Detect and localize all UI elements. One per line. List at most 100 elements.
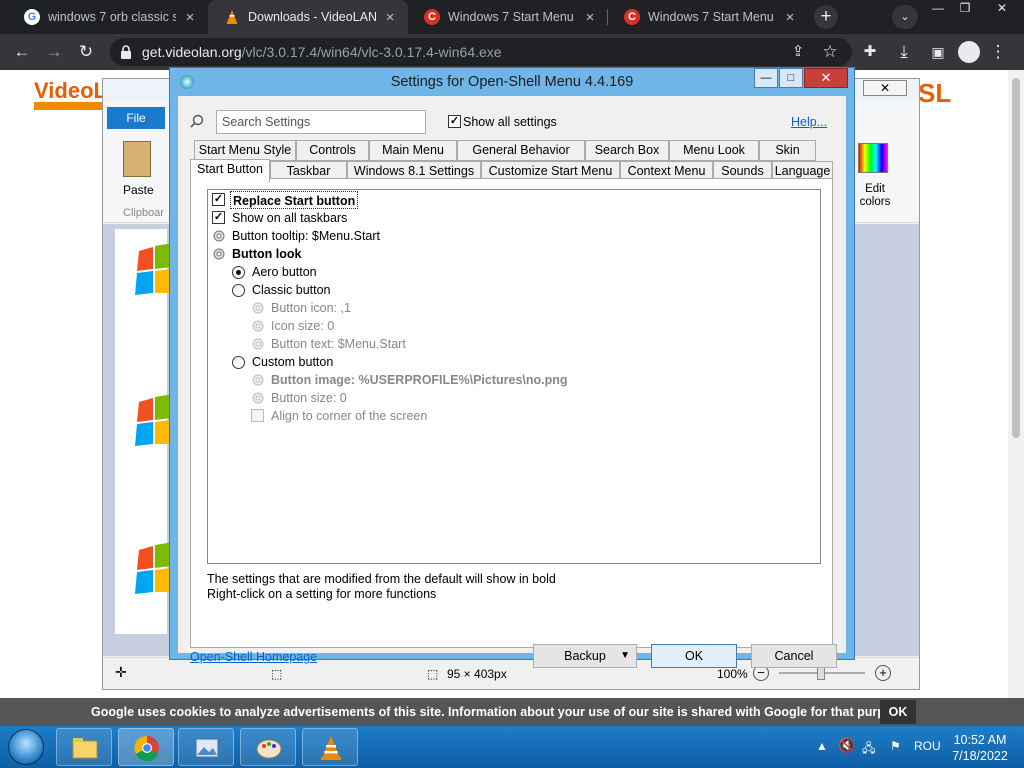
bookmark-star-icon[interactable]: ☆ (818, 40, 842, 64)
paint-file-tab[interactable]: File (107, 107, 165, 129)
close-tab-icon[interactable]: × (782, 9, 798, 26)
tab-start-button[interactable]: Start Button (190, 159, 270, 182)
taskbar-chrome[interactable] (118, 728, 174, 766)
ok-button[interactable]: OK (651, 644, 737, 668)
setting-label: Aero button (252, 265, 317, 279)
language-indicator[interactable]: ROU (914, 739, 941, 753)
dialog-close-button[interactable]: ✕ (804, 68, 848, 88)
setting-label: Replace Start button (230, 191, 359, 209)
tab-row-2-selected: Start Button (190, 159, 270, 182)
page-scrollbar[interactable] (1008, 70, 1024, 698)
taskbar-paint[interactable] (240, 728, 296, 766)
open-shell-homepage-link[interactable]: Open-Shell Homepage (190, 650, 317, 664)
volume-muted-icon[interactable]: 🔇 (838, 737, 855, 754)
c-site-icon: C (424, 9, 440, 25)
browser-tab-start-menu-2[interactable]: C Windows 7 Start Menu O × (608, 0, 808, 34)
tab-search-button[interactable]: ⌄ (892, 5, 918, 29)
taskbar-photo-viewer[interactable] (178, 728, 234, 766)
dropdown-arrow-icon: ▼ (620, 650, 630, 661)
edit-colors-icon[interactable] (858, 143, 888, 173)
aero-button-radio[interactable] (232, 266, 245, 279)
profile-avatar[interactable] (958, 41, 980, 63)
browser-menu-icon[interactable]: ⋮ (986, 40, 1010, 64)
close-tab-icon[interactable]: × (182, 9, 198, 26)
reload-button[interactable]: ↻ (74, 40, 98, 64)
c-site-icon: C (624, 9, 640, 25)
search-settings-input[interactable]: Search Settings (216, 110, 426, 134)
cookie-banner: Google uses cookies to analyze advertise… (0, 698, 1024, 726)
videolan-logo-bar (34, 102, 104, 110)
setting-label: Show on all taskbars (232, 211, 348, 225)
restore-window-button[interactable]: ❐ (952, 0, 978, 18)
gear-icon (252, 320, 264, 332)
paste-icon[interactable] (123, 141, 151, 177)
browser-tab-videolan[interactable]: Downloads - VideoLAN × (208, 0, 408, 34)
chrome-icon (134, 735, 159, 762)
forward-button[interactable]: → (42, 40, 66, 64)
dialog-maximize-button[interactable]: □ (779, 68, 803, 88)
classic-button-radio[interactable] (232, 284, 245, 297)
share-icon[interactable]: ⇪ (786, 40, 810, 64)
side-panel-icon[interactable]: ▣ (926, 40, 950, 64)
start-orb-button[interactable] (8, 729, 44, 765)
help-link[interactable]: Help... (791, 115, 827, 129)
new-tab-button[interactable]: + (814, 5, 838, 29)
extensions-icon[interactable]: ✚ (858, 40, 882, 64)
tab-search-box[interactable]: Search Box (585, 140, 669, 161)
cancel-button[interactable]: Cancel (751, 644, 837, 668)
browser-tab-google[interactable]: G windows 7 orb classic sh × (8, 0, 208, 34)
show-all-settings-label[interactable]: Show all settings (463, 115, 557, 129)
browser-tab-start-menu-1[interactable]: C Windows 7 Start Menu O × (408, 0, 608, 34)
system-clock[interactable]: 10:52 AM 7/18/2022 (950, 732, 1010, 764)
custom-button-radio[interactable] (232, 356, 245, 369)
right-click-note: Right-click on a setting for more functi… (207, 587, 437, 601)
back-button[interactable]: ← (10, 40, 34, 64)
zoom-in-button[interactable]: + (875, 665, 891, 681)
close-tab-icon[interactable]: × (582, 9, 598, 26)
taskbar-explorer[interactable] (56, 728, 112, 766)
replace-start-button-checkbox[interactable]: ✓ (212, 193, 225, 206)
gear-icon (252, 374, 264, 386)
paste-label[interactable]: Paste (123, 183, 154, 197)
close-window-button[interactable]: ✕ (984, 0, 1020, 18)
url-text: get.videolan.org/vlc/3.0.17.4/win64/vlc-… (142, 44, 502, 60)
taskbar-vlc[interactable] (302, 728, 358, 766)
settings-panel: ✓ Replace Start button ✓ Show on all tas… (190, 178, 833, 648)
backup-button[interactable]: Backup ▼ (533, 644, 637, 668)
tab-title: Downloads - VideoLAN (248, 10, 376, 24)
scrollbar-thumb[interactable] (1012, 78, 1020, 438)
network-icon[interactable]: 🖧 (862, 739, 875, 760)
search-icon (190, 114, 204, 128)
dialog-title: Settings for Open-Shell Menu 4.4.169 (390, 74, 634, 90)
flag-icon[interactable]: ⚑ (890, 739, 901, 753)
clock-date: 7/18/2022 (952, 749, 1008, 763)
show-on-all-taskbars-checkbox[interactable]: ✓ (212, 211, 225, 224)
close-tab-icon[interactable]: × (382, 9, 398, 26)
tab-skin[interactable]: Skin (759, 140, 816, 161)
paint-canvas[interactable] (115, 229, 173, 634)
paint-palette-icon (256, 739, 282, 759)
lock-icon[interactable] (120, 44, 132, 60)
dialog-minimize-button[interactable]: — (754, 68, 778, 88)
videolan-logo[interactable]: VideoL (34, 78, 107, 104)
setting-label: Button tooltip: $Menu.Start (232, 229, 381, 243)
tab-controls[interactable]: Controls (296, 140, 369, 161)
browser-tab-strip: G windows 7 orb classic sh × Downloads -… (0, 0, 1024, 34)
show-hidden-icons-icon[interactable]: ▲ (816, 739, 828, 753)
browser-toolbar: ← → ↻ get.videolan.org/vlc/3.0.17.4/win6… (0, 34, 1024, 70)
tab-general-behavior[interactable]: General Behavior (457, 140, 585, 161)
gear-icon (213, 248, 225, 260)
show-all-settings-checkbox[interactable]: ✓ (448, 115, 461, 128)
paint-close-button[interactable]: ✕ (863, 80, 907, 96)
cookie-ok-button[interactable]: OK (880, 700, 916, 724)
download-icon[interactable]: ⤓ (892, 40, 916, 64)
address-bar[interactable]: get.videolan.org/vlc/3.0.17.4/win64/vlc-… (110, 38, 852, 66)
minimize-window-button[interactable]: — (925, 0, 951, 18)
tab-start-menu-style[interactable]: Start Menu Style (194, 140, 296, 161)
canvas-size-text: 95 × 403px (447, 667, 507, 681)
gear-icon (252, 338, 264, 350)
edit-colors-label[interactable]: Edit colors (855, 183, 895, 209)
tab-menu-look[interactable]: Menu Look (669, 140, 759, 161)
tab-main-menu[interactable]: Main Menu (369, 140, 457, 161)
gear-icon (213, 230, 225, 242)
